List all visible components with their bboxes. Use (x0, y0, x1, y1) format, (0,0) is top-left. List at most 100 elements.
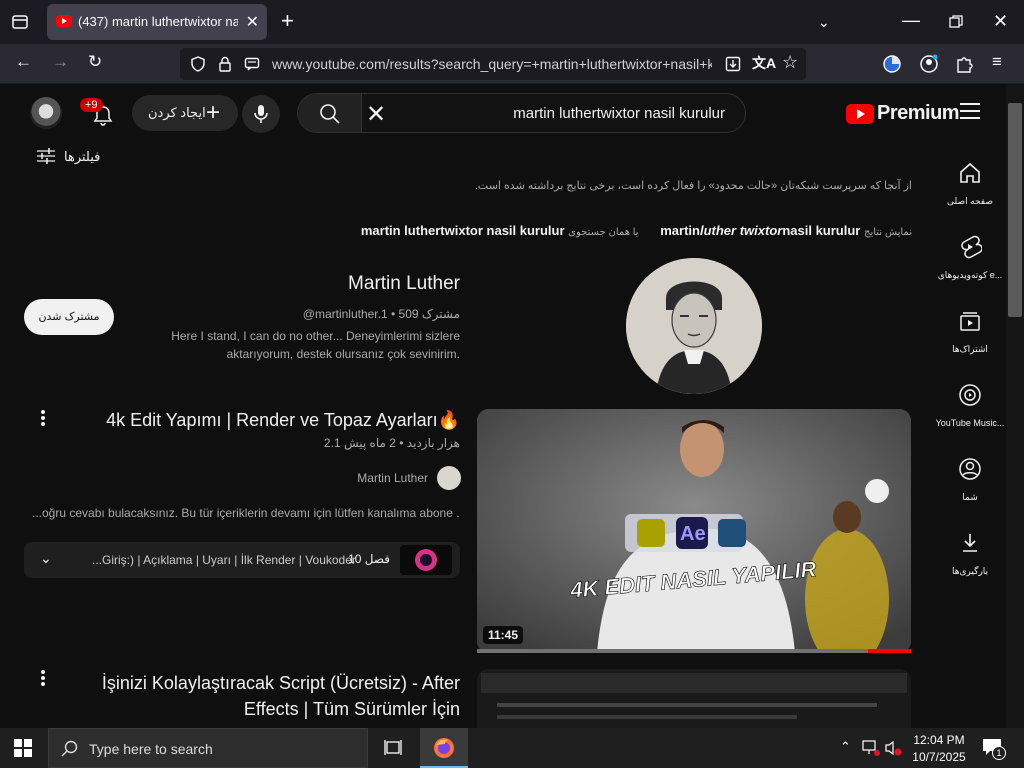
video-channel-avatar[interactable] (437, 466, 461, 490)
voice-search-button[interactable] (242, 95, 280, 133)
windows-start-icon[interactable] (14, 739, 32, 757)
task-view-icon[interactable] (383, 738, 403, 758)
url-bar[interactable]: www.youtube.com/results?search_query=+ma… (180, 48, 806, 80)
taskbar-firefox-button[interactable] (420, 728, 468, 768)
system-clock[interactable]: 12:04 PM 10/7/2025 (906, 732, 972, 766)
browser-tab-active[interactable]: (437) martin luthertwixtor nasil ✕ (47, 4, 267, 40)
download-icon (963, 534, 977, 552)
thumb-ae-text: Ae (680, 523, 706, 545)
taskbar-search-placeholder: Type here to search (89, 741, 213, 757)
sidebar-item-label: بارگیری‌ها (951, 566, 989, 576)
network-icon[interactable] (862, 740, 880, 756)
video-thumbnail[interactable] (477, 669, 911, 728)
new-tab-button[interactable]: + (281, 10, 294, 32)
windows-taskbar: Type here to search ⌃ 12:04 PM 10/7/2025… (0, 728, 1024, 768)
url-text: www.youtube.com/results?search_query=+ma… (272, 56, 712, 72)
window-close-button[interactable]: ✕ (993, 11, 1008, 31)
bookmark-star-icon[interactable]: ☆ (782, 52, 798, 73)
channel-name[interactable]: Martin Luther (348, 273, 460, 295)
youtube-premium-logo[interactable]: Premium (846, 102, 960, 126)
chapters-bar[interactable]: 10 فصل Giriş:) | Açıklama | Uyarı | İlk … (24, 542, 460, 578)
video-more-actions-icon[interactable] (41, 670, 45, 688)
music-icon (959, 384, 981, 406)
video-duration: 11:45 (483, 626, 524, 644)
filters-icon (37, 148, 55, 164)
clock-date: 10/7/2025 (912, 750, 966, 764)
chapter-thumbnail-image (400, 545, 452, 575)
microphone-icon (254, 105, 268, 123)
sidebar-item-label: YouTube Music... (935, 418, 1005, 428)
chapters-list: Giriş:) | Açıklama | Uyarı | İlk Render … (92, 553, 356, 567)
martin-luther-portrait (626, 258, 762, 394)
page-permissions-icon[interactable] (244, 56, 260, 72)
tab-close-icon[interactable]: ✕ (246, 12, 259, 32)
original-query-link[interactable]: martin luthertwixtor nasil kurulur (361, 223, 565, 238)
clock-time: 12:04 PM (913, 733, 965, 747)
guide-menu-icon[interactable] (960, 103, 980, 124)
video-title[interactable]: 4k Edit Yapımı | Render ve Topaz Ayarlar… (106, 410, 460, 431)
video-thumbnail-image: Ae 4K EDIT NASIL YAPILIR (477, 409, 911, 653)
subscriptions-icon (960, 312, 980, 331)
account-icon[interactable] (919, 54, 939, 74)
sidebar-item-home[interactable]: صفحه اصلی (934, 161, 1006, 207)
browser-nav-bar: ← → ↻ www.youtube.com/results?search_que… (0, 44, 1024, 84)
browser-tab-bar: (437) martin luthertwixtor nasil ✕ + ⌄ —… (0, 0, 1024, 44)
sidebar-item-subscriptions[interactable]: اشتراک‌ها (934, 309, 1006, 355)
window-restore-button[interactable] (949, 15, 963, 29)
corrected-query-part[interactable]: martin (660, 223, 700, 238)
lock-icon[interactable] (218, 56, 232, 72)
channel-meta: @martinluther.1 • 509 مشترک (302, 307, 460, 321)
video-description: ...oğru cevabı bulacaksınız. Bu tür içer… (32, 506, 460, 520)
app-menu-icon[interactable]: ≡ (992, 52, 1002, 72)
extensions-puzzle-icon[interactable] (956, 54, 974, 74)
sidebar-item-downloads[interactable]: بارگیری‌ها (934, 531, 1006, 577)
scrollbar-thumb[interactable] (1008, 103, 1022, 317)
search-input[interactable]: martin luthertwixtor nasil kurulur (513, 105, 725, 122)
shorts-icon (961, 235, 983, 259)
corrected-query-part[interactable]: nasil kurulur (782, 223, 860, 238)
volume-muted-icon[interactable] (885, 740, 903, 756)
video-thumbnail[interactable]: Ae 4K EDIT NASIL YAPILIR (477, 409, 911, 653)
chevron-down-icon[interactable]: ⌄ (40, 550, 52, 567)
video-more-actions-icon[interactable] (41, 410, 45, 428)
page-scrollbar[interactable] (1006, 85, 1024, 728)
extension-colorful-icon[interactable] (882, 54, 902, 74)
channel-description: Here I stand, I can do no other... Deney… (171, 329, 460, 361)
window-minimize-button[interactable]: — (902, 10, 920, 30)
sidebar-item-you[interactable]: شما (934, 457, 1006, 503)
search-button[interactable] (298, 94, 362, 132)
sidebar-item-music[interactable]: YouTube Music... (934, 383, 1006, 428)
create-label: ایجاد کردن (148, 105, 206, 120)
sidebar-item-shorts[interactable]: کوته‌ویدیوهای e... (934, 235, 1006, 281)
tracking-shield-icon[interactable] (190, 56, 206, 72)
sidebar-item-label: صفحه اصلی (947, 196, 993, 206)
channel-avatar[interactable] (626, 258, 762, 394)
list-tabs-chevron-icon[interactable]: ⌄ (818, 12, 830, 32)
reload-icon[interactable]: ↻ (88, 52, 102, 72)
sidebar-item-label: شما (962, 492, 978, 502)
create-button[interactable]: ایجاد کردن + (132, 95, 238, 131)
video-title[interactable]: İşinizi Kolaylaştıracak Script (Ücretsiz… (80, 670, 460, 722)
tab-title: (437) martin luthertwixtor nasil (78, 14, 238, 29)
show-hidden-icons-chevron-icon[interactable]: ⌃ (840, 739, 851, 755)
back-arrow-icon[interactable]: ← (15, 52, 32, 72)
clear-search-icon[interactable]: ✕ (366, 100, 386, 129)
search-box[interactable]: ✕ martin luthertwixtor nasil kurulur (297, 93, 746, 133)
notification-center-button[interactable]: 1 (982, 738, 1006, 760)
save-to-pocket-icon[interactable] (725, 56, 741, 72)
avatar[interactable] (30, 97, 62, 129)
subscribe-button[interactable]: مشترک شدن (24, 299, 114, 335)
forward-arrow-icon[interactable]: → (52, 52, 69, 72)
showing-results-label: نمایش نتایج (863, 227, 912, 238)
watch-progress-fill (867, 649, 911, 653)
translate-icon[interactable]: 文A (752, 53, 776, 73)
video-meta: 2.1 هزار بازدید • 2 ماه پیش (323, 436, 460, 450)
tab-overview-icon[interactable] (11, 13, 29, 31)
firefox-icon (434, 738, 454, 758)
corrected-query-highlight[interactable]: luther twixtor (700, 223, 782, 238)
instead-search-label: یا همان جستجوی (568, 227, 639, 238)
video-channel-name[interactable]: Martin Luther (357, 471, 428, 485)
notifications-badge: +9 (80, 98, 103, 112)
taskbar-search-box[interactable]: Type here to search (48, 728, 368, 768)
plus-icon: + (206, 99, 221, 126)
